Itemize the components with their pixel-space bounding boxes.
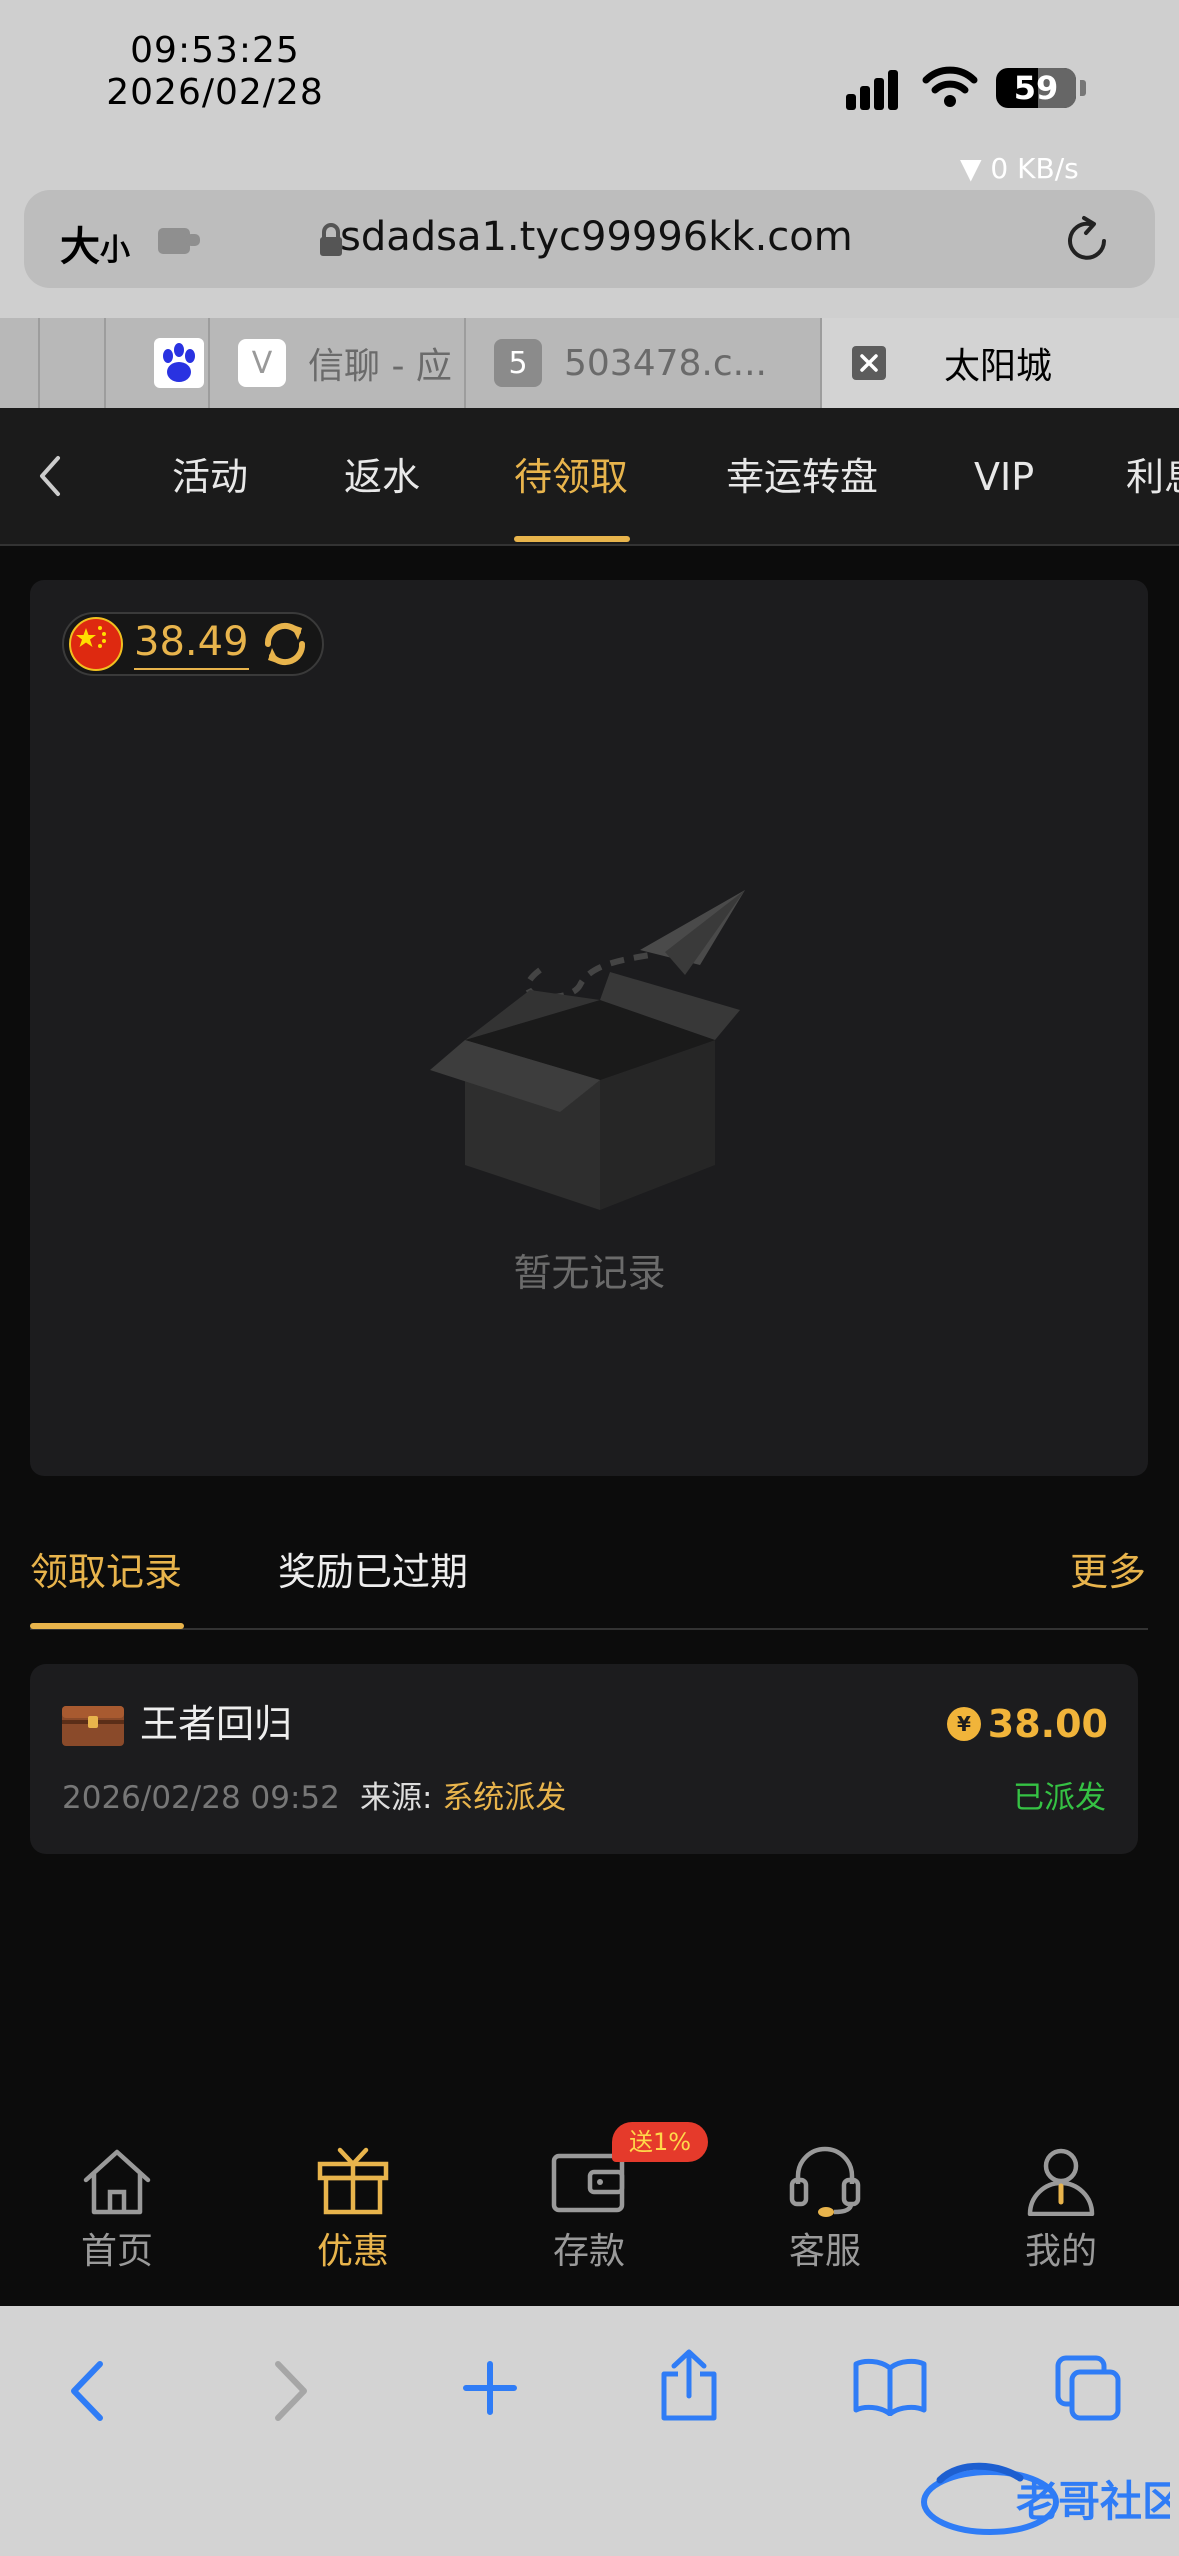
browser-forward-icon[interactable] [270,2358,314,2424]
tabbar-label: 优惠 [316,2231,389,2272]
category-tab-activities[interactable]: 活动 [172,408,248,546]
record-title: 王者回归 [140,1702,293,1746]
reader-size-large: 大 [60,224,100,270]
user-icon [1027,2148,1095,2216]
tabs-overview-icon[interactable] [1054,2354,1122,2422]
tabbar-promotions[interactable]: 优惠 [268,2138,438,2278]
tab-expired-rewards[interactable]: 奖励已过期 [278,1540,468,1604]
share-icon[interactable] [656,2346,722,2422]
url-text[interactable]: sdadsa1.tyc99996kk.com [340,214,853,260]
reader-size-button[interactable]: 大小 [60,214,130,272]
tab-item-active[interactable]: 太阳城 [822,318,1179,408]
treasure-chest-icon [62,1706,124,1746]
refresh-balance-icon[interactable] [260,618,310,670]
tabbar-label: 首页 [80,2231,153,2272]
category-tab-rebate[interactable]: 返水 [344,408,420,546]
tabbar-label: 客服 [788,2231,861,2272]
battery-cap [1080,80,1086,96]
balance-value: 38.49 [134,616,249,670]
tabbar-customer-service[interactable]: 客服 [740,2138,910,2278]
category-tab-pending[interactable]: 待领取 [514,408,628,546]
wifi-icon [922,66,978,107]
network-speed: ▼ 0 KB/s [960,152,1079,185]
extension-icon[interactable] [156,222,204,258]
tab-item[interactable]: 5 503478.c... [466,318,822,408]
tabbar-label: 我的 [1024,2231,1097,2272]
tab-claim-records[interactable]: 领取记录 [30,1540,182,1604]
record-tab-active-indicator [30,1623,184,1629]
record-source-value: 系统派发 [442,1780,567,1816]
tabbar-label: 存款 [552,2231,625,2272]
record-amount: 38.00 [987,1702,1108,1746]
reload-icon[interactable] [1060,214,1114,268]
close-tab-icon[interactable] [852,346,886,380]
empty-box-illustration [430,890,745,1210]
tab-label: 信聊 - 应 [308,346,452,387]
record-source: 来源: 系统派发 [360,1776,566,1820]
tab-favicon: V [238,339,286,387]
baidu-paw-icon [154,338,204,388]
tab-item[interactable] [40,318,106,408]
record-card[interactable] [30,1664,1138,1854]
browser-back-icon[interactable] [64,2358,108,2424]
new-tab-plus-icon[interactable] [462,2360,518,2416]
tab-label: 太阳城 [944,346,1053,387]
status-time: 09:53:25 [130,30,300,71]
watermark-logo: 老哥社区 [920,2450,1179,2540]
empty-state-text: 暂无记录 [513,1251,666,1295]
category-tab-lucky-wheel[interactable]: 幸运转盘 [726,408,878,546]
record-tabs-divider [30,1628,1148,1630]
battery-level: 59 [1013,69,1059,107]
gift-icon [317,2147,389,2215]
tab-favicon: 5 [494,339,542,387]
tab-item-baidu[interactable] [106,318,210,408]
bookmarks-icon[interactable] [852,2356,928,2416]
tab-item[interactable] [0,318,40,408]
record-time: 2026/02/28 09:52 [62,1780,340,1816]
record-source-label: 来源: [360,1780,433,1816]
back-chevron-icon[interactable] [34,452,64,500]
dragon-logo-icon: 老哥社区 [921,2462,1179,2535]
reader-size-small: 小 [100,233,130,268]
cellular-signal-icon [846,70,898,110]
tabbar-home[interactable]: 首页 [32,2138,202,2278]
china-flag-icon [69,617,123,671]
tab-label: 503478.c... [564,342,767,384]
headset-icon [789,2146,861,2217]
watermark-text: 老哥社区 [1016,2477,1170,2526]
record-status: 已派发 [1013,1780,1106,1816]
category-active-indicator [514,536,630,542]
category-tab-interest[interactable]: 利息 [1126,408,1179,546]
status-date: 2026/02/28 [106,72,324,113]
home-icon [83,2149,151,2215]
tab-item[interactable]: V 信聊 - 应 [210,318,466,408]
deposit-bonus-badge: 送1% [612,2122,708,2162]
category-tab-vip[interactable]: VIP [974,408,1034,546]
more-link[interactable]: 更多 [1070,1540,1146,1604]
tabbar-profile[interactable]: 我的 [976,2138,1146,2278]
